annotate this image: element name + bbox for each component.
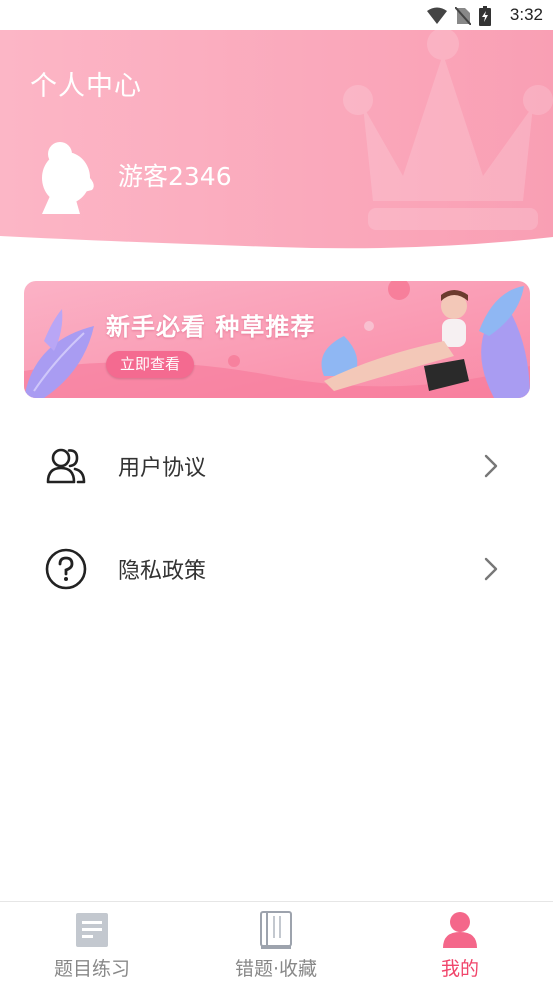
tab-mine[interactable]: 我的 xyxy=(368,902,552,984)
profile-header: 个人中心 游客2346 xyxy=(0,30,553,250)
menu-item-label: 隐私政策 xyxy=(118,559,207,584)
bottom-tab-bar: 题目练习 错题·收藏 我的 xyxy=(0,901,553,984)
view-now-button[interactable]: 立即查看 xyxy=(106,351,194,378)
status-bar: 3:32 xyxy=(0,0,553,30)
chevron-right-icon xyxy=(484,557,498,581)
menu-item-privacy-policy[interactable]: 隐私政策 xyxy=(0,523,553,613)
page-title: 个人中心 xyxy=(30,71,142,102)
users-icon xyxy=(46,448,86,484)
question-icon xyxy=(45,548,87,590)
tab-label: 错题·收藏 xyxy=(234,958,318,980)
wifi-icon xyxy=(427,7,447,24)
person-icon xyxy=(443,912,477,948)
menu-item-label: 用户协议 xyxy=(118,456,207,481)
tab-label: 我的 xyxy=(440,958,479,980)
status-time: 3:32 xyxy=(509,5,543,24)
document-icon xyxy=(76,913,108,947)
crown-watermark-icon xyxy=(343,30,553,230)
no-sim-icon xyxy=(455,7,471,25)
tab-label: 题目练习 xyxy=(53,958,130,980)
promo-banner[interactable]: 新手必看 种草推荐 立即查看 xyxy=(24,281,530,398)
chevron-right-icon xyxy=(484,454,498,478)
tab-mistakes-favorites[interactable]: 错题·收藏 xyxy=(184,902,368,984)
book-icon xyxy=(260,911,292,949)
status-icons xyxy=(427,6,491,26)
username: 游客2346 xyxy=(118,162,232,191)
avatar[interactable] xyxy=(36,140,98,214)
menu-item-user-agreement[interactable]: 用户协议 xyxy=(0,420,553,510)
tab-practice[interactable]: 题目练习 xyxy=(0,902,184,984)
battery-icon xyxy=(479,6,491,26)
banner-title: 新手必看 种草推荐 xyxy=(106,313,316,341)
